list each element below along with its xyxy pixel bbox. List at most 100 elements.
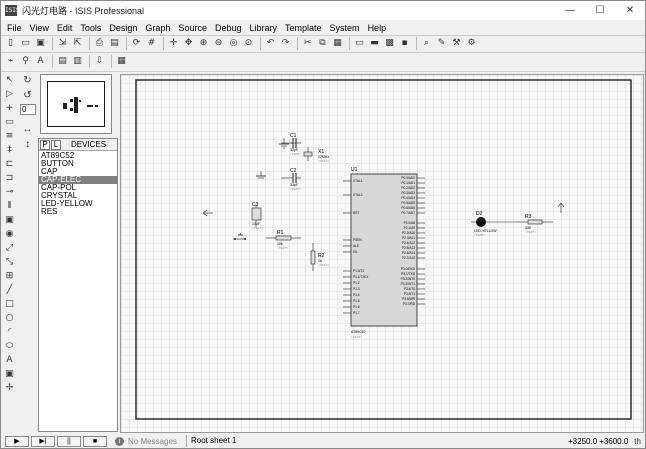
- info-icon[interactable]: i: [115, 436, 124, 446]
- virtual-instruments-icon[interactable]: ⊞: [2, 270, 17, 283]
- path-icon[interactable]: ⬭: [2, 340, 17, 353]
- minimize-button[interactable]: —: [555, 1, 585, 20]
- play-button[interactable]: ▶: [5, 435, 29, 447]
- cut-icon[interactable]: ✂: [301, 37, 314, 50]
- menu-tools[interactable]: Tools: [76, 23, 105, 33]
- arc-icon[interactable]: ◜: [2, 326, 17, 339]
- tape-recorder-icon[interactable]: ▣: [2, 214, 17, 227]
- u1-pin-label: P1.2: [353, 281, 360, 285]
- u1-pin-label: P1.0/T2: [353, 269, 364, 273]
- print-icon[interactable]: ⎙: [93, 37, 106, 50]
- u1-pin-label: P1.1/T2EX: [353, 275, 369, 279]
- coord-y: +3600.0: [599, 436, 629, 446]
- divider: [1, 71, 645, 72]
- junction-dot-icon[interactable]: +: [2, 102, 17, 115]
- decompose-icon[interactable]: ⚙: [465, 37, 478, 50]
- menu-template[interactable]: Template: [281, 23, 326, 33]
- device-pins-icon[interactable]: ⊸: [2, 186, 17, 199]
- selection-mode-icon[interactable]: ↖: [2, 74, 17, 87]
- new-sheet-icon[interactable]: ▤: [56, 55, 69, 68]
- wire-autorouter-icon[interactable]: ⌁: [4, 55, 17, 68]
- u1-pin-label: P2.0/A8: [404, 221, 416, 225]
- flip-horizontal-icon[interactable]: ↔: [20, 123, 35, 136]
- menu-source[interactable]: Source: [174, 23, 211, 33]
- generator-icon[interactable]: ◉: [2, 228, 17, 241]
- coord-x: +3250.0: [568, 436, 598, 446]
- wire-label-icon[interactable]: ▭: [2, 116, 17, 129]
- menu-graph[interactable]: Graph: [141, 23, 174, 33]
- symbol-icon[interactable]: ▣: [2, 368, 17, 381]
- messages-status[interactable]: No Messages: [128, 437, 180, 446]
- block-move-icon[interactable]: ▬: [368, 37, 381, 50]
- undo-icon[interactable]: ↶: [264, 37, 277, 50]
- packaging-tool-icon[interactable]: ⚒: [450, 37, 463, 50]
- menu-debug[interactable]: Debug: [211, 23, 246, 33]
- pan-icon[interactable]: ✥: [182, 37, 195, 50]
- grid-icon[interactable]: #: [145, 37, 158, 50]
- menu-edit[interactable]: Edit: [53, 23, 77, 33]
- paste-icon[interactable]: ▦: [331, 37, 344, 50]
- u1-pin-label: P2.6/A14: [402, 251, 415, 255]
- goto-child-icon[interactable]: ⇩: [93, 55, 106, 68]
- bus-icon[interactable]: ‡: [2, 144, 17, 157]
- pick-devices-tab[interactable]: P: [40, 139, 50, 150]
- u1-pin-label: P3.7/RD: [403, 302, 416, 306]
- search-tag-icon[interactable]: ⚲: [19, 55, 32, 68]
- component-mode-icon[interactable]: ▷: [2, 88, 17, 101]
- text-script-icon[interactable]: ≡: [2, 130, 17, 143]
- zoom-in-icon[interactable]: ⊕: [197, 37, 210, 50]
- marker-icon[interactable]: ✢: [2, 382, 17, 395]
- redo-icon[interactable]: ↷: [279, 37, 292, 50]
- import-icon[interactable]: ⇲: [56, 37, 69, 50]
- box-icon[interactable]: □: [2, 298, 17, 311]
- maximize-button[interactable]: ☐: [585, 1, 615, 20]
- make-device-icon[interactable]: ✎: [435, 37, 448, 50]
- refresh-icon[interactable]: ⟳: [130, 37, 143, 50]
- rotate-ccw-icon[interactable]: ↺: [20, 89, 35, 102]
- zoom-area-icon[interactable]: ⊙: [242, 37, 255, 50]
- overview-window[interactable]: [40, 74, 112, 134]
- flip-vertical-icon[interactable]: ↕: [20, 138, 35, 151]
- menu-file[interactable]: File: [3, 23, 26, 33]
- rotation-angle-field[interactable]: 0: [20, 104, 36, 115]
- graph-icon[interactable]: ⫴: [2, 200, 17, 213]
- menu-system[interactable]: System: [326, 23, 364, 33]
- open-folder-icon[interactable]: ▭: [19, 37, 32, 50]
- schematic-canvas[interactable]: U1 AT89C52 <TEXT> XTAL1 XTAL2 RST PSEN ALE EA…: [120, 74, 644, 433]
- step-button[interactable]: ▶|: [31, 435, 55, 447]
- block-copy-icon[interactable]: ▭: [353, 37, 366, 50]
- subcircuit-icon[interactable]: ⊏: [2, 158, 17, 171]
- rotate-cw-icon[interactable]: ↻: [20, 74, 35, 87]
- export-icon[interactable]: ⇱: [71, 37, 84, 50]
- current-probe-icon[interactable]: ⤡: [2, 256, 17, 269]
- u1-ref: U1: [351, 167, 358, 173]
- line-icon[interactable]: ╱: [2, 284, 17, 297]
- terminals-icon[interactable]: ⊐: [2, 172, 17, 185]
- text-icon[interactable]: A: [2, 354, 17, 367]
- close-button[interactable]: ✕: [615, 1, 645, 20]
- print-area-icon[interactable]: ▤: [108, 37, 121, 50]
- property-assign-icon[interactable]: A: [34, 55, 47, 68]
- menu-design[interactable]: Design: [105, 23, 141, 33]
- bill-of-materials-icon[interactable]: ▦: [115, 55, 128, 68]
- library-manager-tab[interactable]: L: [51, 139, 61, 150]
- u1-mcu[interactable]: U1 AT89C52 <TEXT> XTAL1XTAL2RSTPSENALEEA…: [343, 167, 425, 339]
- pick-device-icon[interactable]: ⌕: [420, 37, 433, 50]
- menu-help[interactable]: Help: [364, 23, 391, 33]
- copy-icon[interactable]: ⧉: [316, 37, 329, 50]
- stop-button[interactable]: ■: [83, 435, 107, 447]
- block-rotate-icon[interactable]: ▩: [383, 37, 396, 50]
- voltage-probe-icon[interactable]: ⤢: [2, 242, 17, 255]
- menu-library[interactable]: Library: [246, 23, 282, 33]
- new-file-icon[interactable]: ▯: [4, 37, 17, 50]
- zoom-all-icon[interactable]: ◎: [227, 37, 240, 50]
- menu-view[interactable]: View: [26, 23, 53, 33]
- zoom-out-icon[interactable]: ⊖: [212, 37, 225, 50]
- save-icon[interactable]: ▣: [34, 37, 47, 50]
- circle-icon[interactable]: ○: [2, 312, 17, 325]
- origin-icon[interactable]: ✛: [167, 37, 180, 50]
- device-item[interactable]: RES: [39, 208, 117, 216]
- block-delete-icon[interactable]: ▪: [398, 37, 411, 50]
- remove-sheet-icon[interactable]: ▥: [71, 55, 84, 68]
- pause-button[interactable]: ||: [57, 435, 81, 447]
